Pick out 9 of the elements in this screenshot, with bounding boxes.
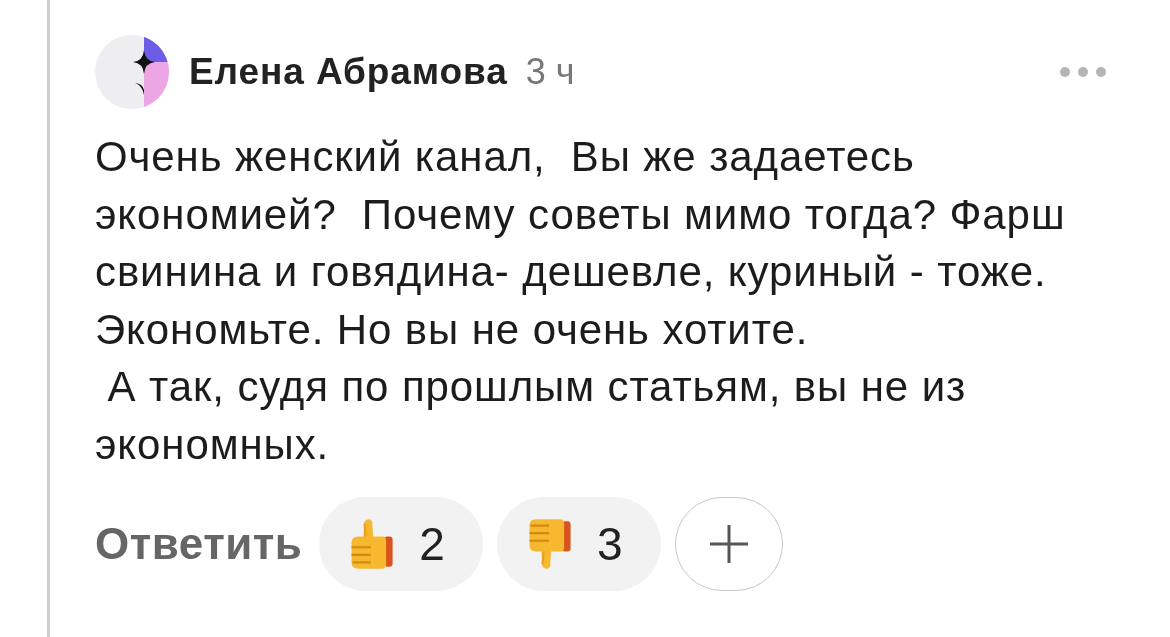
reaction-button[interactable]: 3 [496,496,661,591]
reply-link[interactable]: Ответить [95,518,303,569]
plus-icon [708,523,749,564]
reaction-button[interactable]: 2 [319,496,483,591]
comment-text: А так, судя по прошлым статьям, вы не из экономных. [95,362,968,470]
more-icon[interactable] [1060,67,1106,77]
comment-text: Очень женский канал, Вы же задаетесь экономией? Почему советы мимо тогда? Фарш свинина и говядина- дешевле, куриный - тоже. Экономьте. Но вы не очень хотите. [95,132,1067,355]
author-name[interactable]: Елена Абрамова [189,51,508,93]
comment-time: 3 ч [525,51,575,93]
